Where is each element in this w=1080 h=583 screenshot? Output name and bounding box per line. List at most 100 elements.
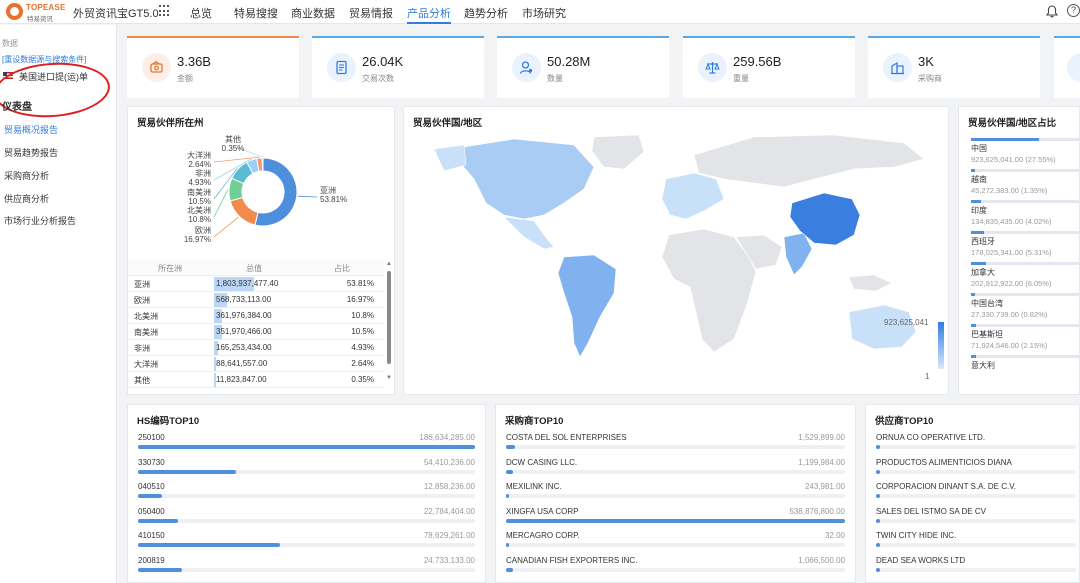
kpi-label: 交易次数 (362, 74, 394, 83)
nav-trend-analysis[interactable]: 趋势分析 (464, 5, 508, 21)
row-name: MEXILINK INC. (506, 482, 562, 492)
row-name: 040510 (138, 482, 165, 492)
row-value: 24,733,133.00 (423, 556, 475, 565)
apps-grid-icon[interactable] (159, 5, 171, 17)
continent-value: 11,823,847.00 (216, 375, 267, 384)
help-icon[interactable]: ? (1067, 4, 1080, 17)
continent-share: 2.64% (351, 359, 374, 368)
share-list-item[interactable]: 加拿大 202,912,922.00 (6.05%) (971, 262, 1079, 288)
map-legend-max: 923,625,041 (884, 318, 929, 327)
share-list-item[interactable]: 意大利 (971, 355, 1079, 372)
row-bar-track (138, 469, 475, 474)
table-header: 所在洲 总值 占比 (128, 260, 384, 276)
share-country-value: 178,025,341.00 (5.31%) (971, 248, 1052, 257)
kpi-value: 50.28M (547, 54, 591, 69)
col-header: 所在洲 (158, 264, 182, 273)
table-scrollbar[interactable]: ▲ ▼ (386, 261, 392, 382)
row-value: 186,634,285.00 (419, 433, 475, 442)
table-row[interactable]: 南美洲 351,970,466.00 10.5% (128, 324, 384, 340)
sidebar-item-trade-trend[interactable]: 贸易趋势报告 (4, 146, 58, 159)
share-country-name: 中国台湾 (971, 299, 1003, 308)
pie-label-4: 非洲 4.93% (188, 168, 211, 187)
table-row[interactable]: 欧洲 568,733,113.00 16.97% (128, 292, 384, 308)
topease-logo[interactable]: TOPEASE 特易资讯 (6, 2, 65, 23)
row-value: 78,629,261.00 (423, 531, 475, 541)
table-row[interactable]: 其他 11,823,847.00 0.35% (128, 372, 384, 388)
continent-value: 361,976,384.00 (216, 311, 272, 320)
panel-title: 贸易伙伴所在州 (137, 118, 204, 129)
table-row[interactable]: 亚洲 1,803,937,477.40 53.81% (128, 276, 384, 292)
pie-slice-6[interactable] (261, 157, 264, 172)
share-country-name: 中国 (971, 144, 987, 153)
share-list-item[interactable]: 印度 134,835,435.00 (4.02%) (971, 200, 1079, 226)
sidebar-item-buyer-analysis[interactable]: 采购商分析 (4, 169, 49, 182)
bell-icon[interactable] (1046, 5, 1058, 18)
table-row[interactable]: 北美洲 361,976,384.00 10.8% (128, 308, 384, 324)
table-row[interactable]: 非洲 165,253,434.00 4.93% (128, 340, 384, 356)
nav-market-research[interactable]: 市场研究 (522, 5, 566, 21)
share-list-item[interactable]: 中国 923,625,041.00 (27.55%) (971, 138, 1079, 164)
country-share-panel: 贸易伙伴国/地区占比 中国 923,625,041.00 (27.55%) 越南 45… (958, 106, 1080, 395)
sidebar-item-industry-report[interactable]: 市场行业分析报告 (4, 214, 76, 227)
pie-leader-line-0 (297, 195, 318, 198)
scroll-up-icon[interactable]: ▲ (386, 261, 392, 267)
continent-table: 所在洲 总值 占比 亚洲 1,803,937,477.40 53.81% 欧洲 568,… (128, 260, 384, 388)
row-bar-fill (876, 494, 880, 499)
pie-label-6: 其他 0.35% (222, 134, 245, 153)
hs-top10-panel: HS编码TOP10 250100 186,634,285.00 330730 54,4… (127, 404, 486, 583)
continent-name: 欧洲 (134, 296, 150, 305)
row-name: DEAD SEA WORKS LTD (876, 556, 966, 565)
product-name: 外贸资讯宝GT5.0 (73, 8, 159, 20)
pie-label-1: 欧洲 16.97% (184, 225, 211, 244)
row-name: COSTA DEL SOL ENTERPRISES (506, 433, 627, 442)
share-list-item[interactable]: 巴基斯坦 71,924,546.00 (2.15%) (971, 324, 1079, 350)
panel-title: 贸易伙伴国/地区占比 (968, 118, 1057, 129)
nav-business-data[interactable]: 商业数据 (291, 5, 335, 21)
pie-label-2: 北美洲 10.8% (187, 205, 211, 224)
row-bar-track (506, 445, 845, 449)
share-list-item[interactable]: 越南 45,272,383.00 (1.35%) (971, 169, 1079, 195)
row-name: XINGFA USA CORP (506, 506, 579, 516)
row-value: 1,066,500.00 (798, 556, 845, 565)
table-row[interactable]: 大洋洲 88,641,557.00 2.64% (128, 356, 384, 372)
share-bar (971, 355, 1079, 358)
row-name: TWIN CITY HIDE INC. (876, 531, 957, 541)
share-bar (971, 169, 1079, 172)
share-country-name: 西班牙 (971, 237, 995, 246)
col-header: 总值 (246, 264, 262, 273)
share-bar (971, 324, 1079, 327)
share-bar (971, 231, 1079, 234)
sidebar-item-trade-overview[interactable]: 贸易概况报告 (4, 123, 58, 136)
row-bar-fill (138, 494, 162, 499)
kpi-value: 259.56B (733, 54, 782, 69)
row-bar-track (876, 494, 1076, 499)
nav-trade-intel[interactable]: 贸易情报 (349, 5, 393, 21)
nav-product-analysis[interactable]: 产品分析 (407, 5, 451, 24)
row-bar-fill (876, 445, 880, 449)
nav-topease-search[interactable]: 特易搜搜 (234, 5, 278, 21)
scroll-down-icon[interactable]: ▼ (386, 375, 392, 381)
continent-share: 16.97% (346, 295, 374, 304)
share-list-item[interactable]: 西班牙 178,025,341.00 (5.31%) (971, 231, 1079, 257)
map-legend-min: 1 (925, 372, 930, 381)
share-list-item[interactable]: 中国台湾 27,330,739.00 (0.82%) (971, 293, 1079, 319)
share-country-name: 加拿大 (971, 268, 995, 277)
row-name: ORNUA CO OPERATIVE LTD. (876, 433, 986, 442)
share-bar (971, 262, 1079, 265)
sidebar-item-supplier-analysis[interactable]: 供应商分析 (4, 192, 49, 205)
kpi-card-quantity: 50.28M 数量 (497, 36, 669, 98)
dashboard-section-title: 仪表盘 (2, 102, 32, 113)
continent-name: 其他 (134, 376, 150, 385)
continent-name: 大洋洲 (134, 360, 158, 369)
row-value: 54,410,236.00 (423, 457, 475, 467)
row-value: 22,784,404.00 (423, 506, 475, 516)
map-legend-gradient[interactable] (938, 322, 944, 369)
share-country-value: 202,912,922.00 (6.05%) (971, 279, 1052, 288)
nav-overview[interactable]: 总览 (190, 5, 212, 21)
row-bar-track (506, 469, 845, 474)
row-bar-fill (876, 518, 880, 523)
continent-value: 165,253,434.00 (216, 343, 272, 352)
scroll-thumb[interactable] (387, 271, 391, 364)
world-map[interactable] (404, 107, 950, 396)
continent-share: 0.35% (351, 375, 374, 384)
